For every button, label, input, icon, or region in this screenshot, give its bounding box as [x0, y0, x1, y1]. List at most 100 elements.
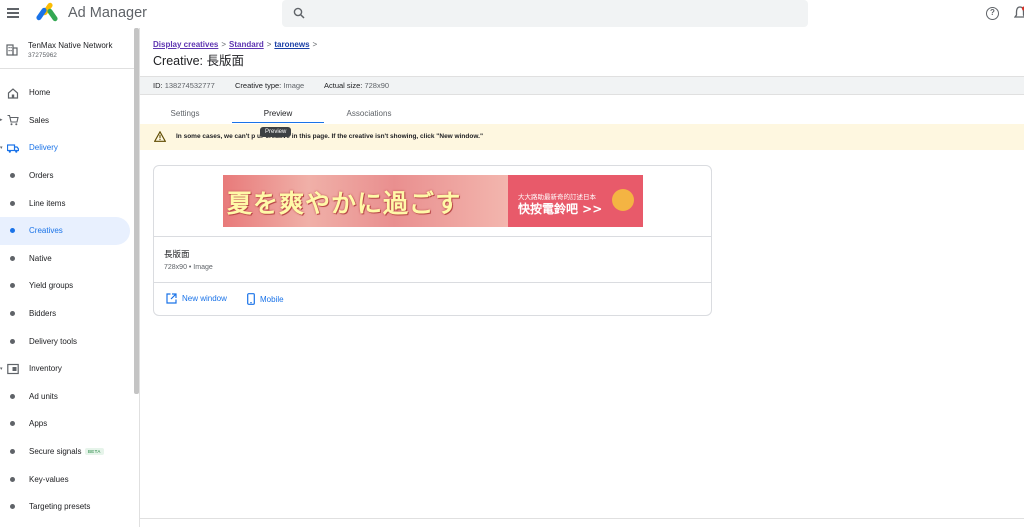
sidebar-item-native[interactable]: Native: [0, 245, 134, 273]
sidebar-item-apps[interactable]: Apps: [0, 410, 134, 438]
sidebar-item-label: Inventory: [29, 364, 62, 374]
sidebar-item-label: Bidders: [29, 309, 57, 319]
new-window-label: New window: [182, 294, 227, 303]
inventory-icon: [7, 363, 19, 374]
tab-preview[interactable]: Preview: [232, 104, 324, 123]
page-title: Creative: 長版面: [153, 54, 244, 68]
sidebar-item-line-items[interactable]: Line items: [0, 189, 134, 217]
meta-size: Actual size: 728x90: [324, 81, 389, 90]
breadcrumb-separator: >: [221, 40, 227, 49]
bullet-icon: [10, 228, 15, 234]
top-bar: Ad Manager ?: [0, 0, 1024, 28]
sidebar-item-orders[interactable]: Orders: [0, 162, 134, 190]
sidebar-item-label: Native: [29, 253, 52, 263]
banner-headline: 夏を爽やかに過ごす: [227, 189, 462, 218]
collapse-caret-icon: ▾: [0, 365, 3, 372]
sidebar-item-inventory[interactable]: ▾ Inventory: [0, 355, 134, 383]
meta-type-label: Creative type:: [235, 81, 282, 90]
creative-name: 長版面: [164, 249, 190, 259]
breadcrumb: Display creatives > Standard > taronews …: [153, 40, 317, 49]
mobile-phone-icon: [247, 293, 255, 305]
breadcrumb-standard[interactable]: Standard: [229, 40, 264, 49]
sidebar-item-label: Yield groups: [29, 281, 74, 291]
card-divider: [154, 236, 711, 237]
breadcrumb-taronews[interactable]: taronews: [274, 40, 309, 49]
meta-type: Creative type: Image: [235, 81, 304, 90]
meta-size-value: 728x90: [364, 81, 390, 90]
sidebar-item-label: Home: [29, 88, 51, 98]
meta-id-value: 138274532777: [164, 81, 215, 90]
network-switcher[interactable]: TenMax Native Network 37275962: [0, 38, 134, 72]
sidebar-divider: [0, 68, 134, 69]
creative-details: 728x90 • Image: [164, 264, 213, 271]
beta-badge: BETA: [85, 448, 104, 456]
sidebar-item-label: Orders: [29, 171, 54, 181]
building-icon: [6, 44, 18, 56]
bullet-icon: [10, 504, 15, 510]
breadcrumb-separator: >: [266, 40, 272, 49]
collapse-caret-icon: ▾: [0, 144, 3, 151]
search-input[interactable]: [282, 0, 808, 27]
sidebar-item-sales[interactable]: ▸ Sales: [0, 107, 134, 135]
sidebar-item-key-values[interactable]: Key-values: [0, 465, 134, 493]
creative-banner-image[interactable]: 夏を爽やかに過ごす 大大路助最新奇的訂述日本 快按電鈴吧 >>: [223, 175, 643, 227]
creative-preview-card: 夏を爽やかに過ごす 大大路助最新奇的訂述日本 快按電鈴吧 >> 長版面 728x…: [153, 165, 712, 316]
sidebar-item-ad-units[interactable]: Ad units: [0, 383, 134, 411]
new-window-button[interactable]: New window: [166, 293, 227, 304]
bullet-icon: [10, 338, 15, 344]
sidebar-item-creatives[interactable]: Creatives: [0, 216, 130, 245]
network-name: TenMax Native Network: [28, 41, 113, 50]
sidebar-item-label: Key-values: [29, 474, 69, 484]
cart-icon: [7, 115, 19, 126]
truck-icon: [7, 144, 19, 153]
breadcrumb-display-creatives[interactable]: Display creatives: [153, 40, 218, 49]
banner-left-panel: 夏を爽やかに過ごす: [223, 175, 508, 227]
bullet-icon: [10, 311, 15, 317]
app-name: Ad Manager: [68, 5, 147, 21]
sidebar: TenMax Native Network 37275962 Home ▸ Sa…: [0, 28, 140, 527]
tab-associations[interactable]: Associations: [336, 104, 402, 123]
sidebar-item-label: Sales: [29, 115, 50, 125]
footer-divider: [140, 518, 1024, 519]
sidebar-item-label: Delivery tools: [29, 336, 78, 346]
expand-caret-icon: ▸: [0, 117, 3, 124]
open-in-new-icon: [166, 293, 177, 304]
notifications-icon[interactable]: [1014, 6, 1024, 20]
meta-size-label: Actual size:: [324, 81, 363, 90]
bullet-icon: [10, 449, 15, 455]
mobile-preview-button[interactable]: Mobile: [247, 293, 284, 305]
breadcrumb-separator: >: [312, 40, 318, 49]
menu-icon[interactable]: [7, 8, 19, 18]
help-icon[interactable]: ?: [986, 7, 999, 20]
bullet-icon: [10, 200, 15, 206]
banner-cta: 快按電鈴吧 >>: [518, 202, 603, 216]
sidebar-item-label: Targeting presets: [29, 502, 91, 512]
sidebar-item-label: Ad units: [29, 391, 58, 401]
network-id: 37275962: [28, 52, 57, 59]
sidebar-item-delivery-tools[interactable]: Delivery tools: [0, 327, 134, 355]
tab-tooltip: Preview: [260, 127, 292, 137]
bullet-icon: [10, 283, 15, 289]
sidebar-item-delivery[interactable]: ▾ Delivery: [0, 134, 134, 162]
sidebar-item-label: Apps: [29, 419, 48, 429]
bullet-icon: [10, 421, 15, 427]
tab-settings[interactable]: Settings: [153, 104, 217, 123]
meta-id: ID: 138274532777: [153, 81, 215, 90]
warning-text: In some cases, we can't p ur creative in…: [176, 133, 484, 140]
banner-doorbell-icon: [612, 189, 634, 211]
bullet-icon: [10, 255, 15, 261]
sidebar-item-bidders[interactable]: Bidders: [0, 300, 134, 328]
sidebar-item-targeting-presets[interactable]: Targeting presets: [0, 493, 134, 521]
sidebar-scrollbar[interactable]: [134, 28, 139, 394]
sidebar-item-label: Line items: [29, 198, 66, 208]
card-divider: [154, 282, 711, 283]
meta-type-value: Image: [283, 81, 305, 90]
sidebar-item-yield-groups[interactable]: Yield groups: [0, 272, 134, 300]
sidebar-item-label: Creatives: [29, 226, 63, 236]
banner-right-panel: 大大路助最新奇的訂述日本 快按電鈴吧 >>: [508, 175, 643, 227]
bullet-icon: [10, 393, 15, 399]
sidebar-item-home[interactable]: Home: [0, 79, 134, 107]
warning-icon: [154, 131, 166, 142]
bullet-icon: [10, 173, 15, 179]
sidebar-item-secure-signals[interactable]: Secure signals BETA: [0, 438, 134, 466]
